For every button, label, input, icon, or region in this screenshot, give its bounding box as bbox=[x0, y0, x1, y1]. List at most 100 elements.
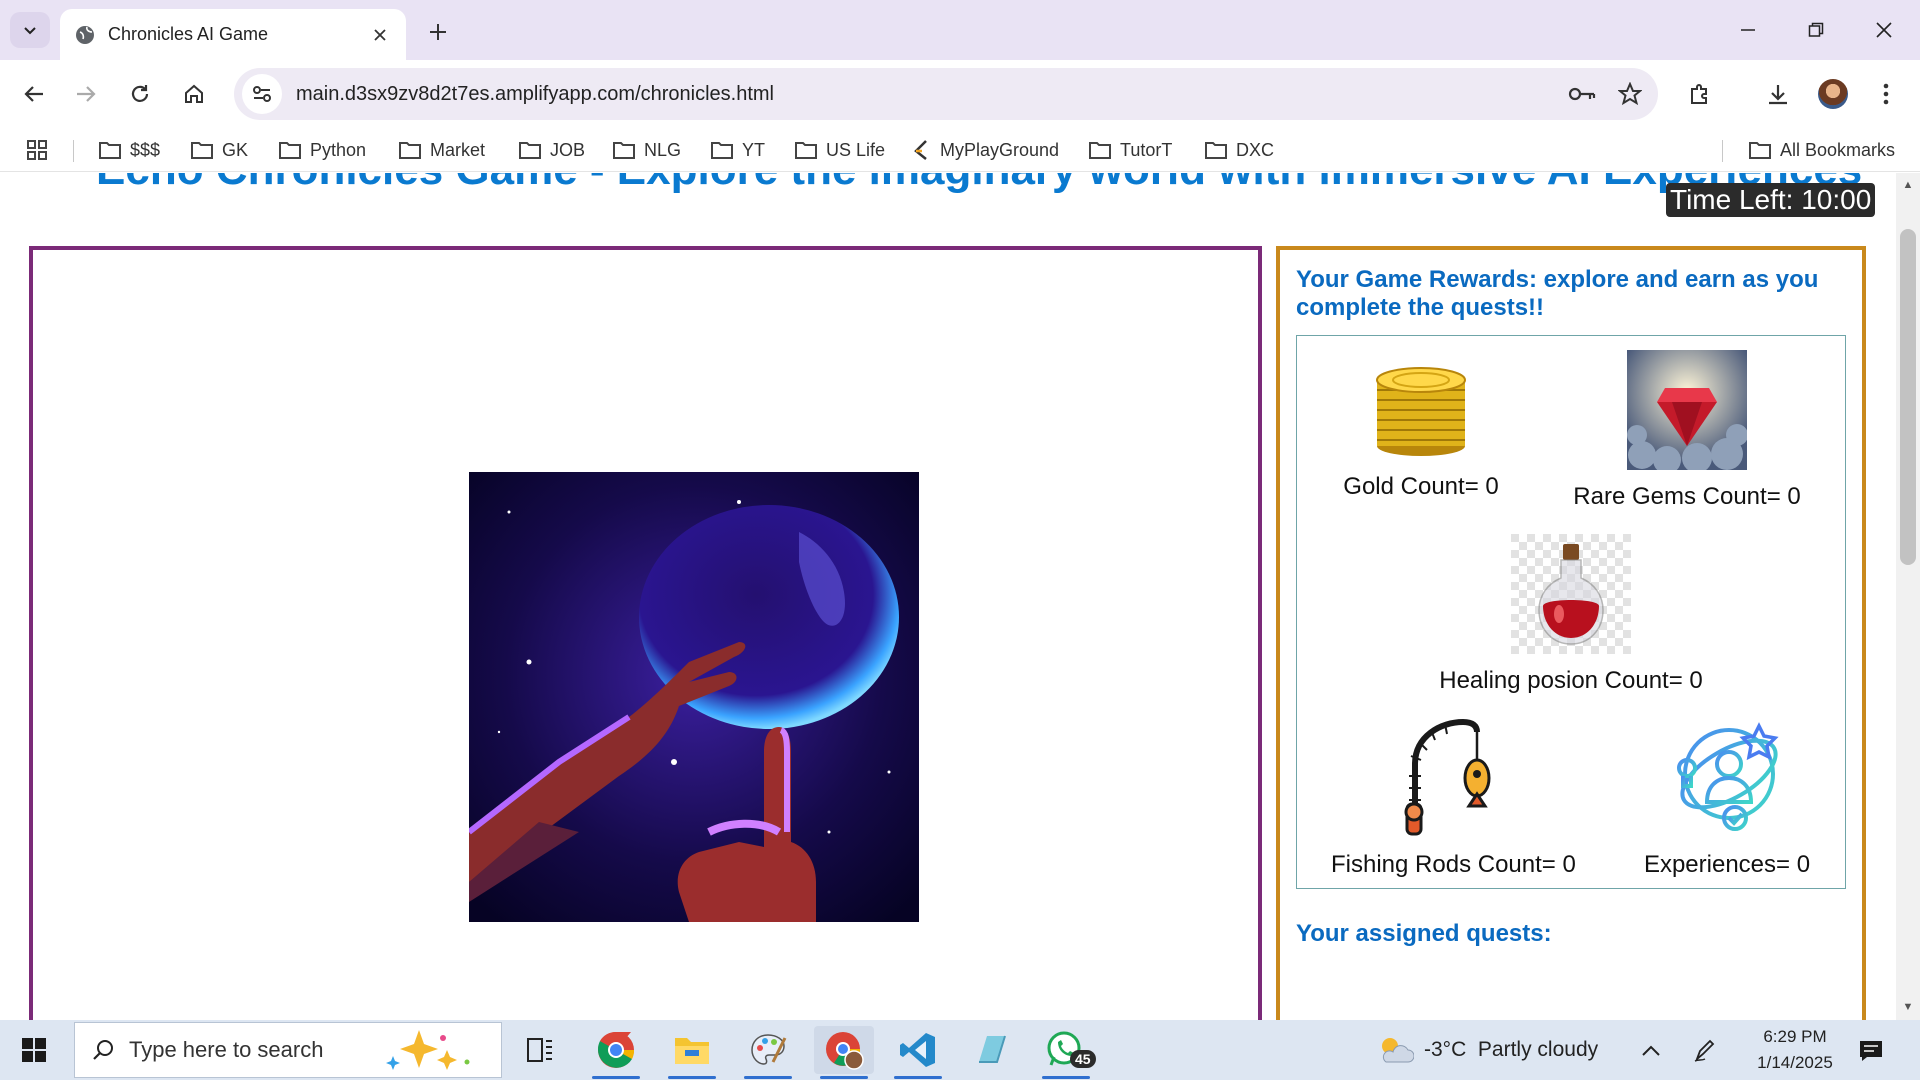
menu-button[interactable] bbox=[1866, 74, 1906, 114]
bookmark-folder[interactable]: Market bbox=[398, 136, 485, 164]
taskbar-clock[interactable]: 6:29 PM 1/14/2025 bbox=[1740, 1024, 1850, 1076]
plus-icon bbox=[430, 24, 446, 40]
url-text[interactable]: main.d3sx9zv8d2t7es.amplifyapp.com/chron… bbox=[296, 83, 1562, 106]
pen-menu-button[interactable] bbox=[1690, 1036, 1720, 1066]
close-window-button[interactable] bbox=[1850, 0, 1918, 60]
bookmark-star-icon[interactable] bbox=[1610, 74, 1650, 114]
game-stage bbox=[29, 246, 1262, 1020]
arrow-right-icon bbox=[77, 86, 96, 102]
folder-icon bbox=[399, 142, 421, 159]
bookmark-folder[interactable]: YT bbox=[710, 136, 765, 164]
reload-button[interactable] bbox=[120, 74, 160, 114]
downloads-button[interactable] bbox=[1758, 74, 1798, 114]
gold-coins-icon bbox=[1376, 367, 1466, 456]
browser-toolbar: main.d3sx9zv8d2t7es.amplifyapp.com/chron… bbox=[0, 60, 1920, 128]
ruby-gem-icon bbox=[1627, 350, 1748, 474]
bookmark-link[interactable]: MyPlayGround bbox=[912, 136, 1059, 164]
fishing-rod-icon bbox=[1404, 718, 1491, 836]
quests-title: Your assigned quests: bbox=[1296, 920, 1552, 947]
bookmark-folder[interactable]: NLG bbox=[612, 136, 681, 164]
scroll-thumb[interactable] bbox=[1900, 229, 1916, 565]
arrow-left-icon bbox=[24, 86, 43, 102]
chevron-down-icon bbox=[24, 27, 36, 35]
bookmark-label: $$$ bbox=[130, 139, 161, 160]
folder-icon bbox=[1089, 142, 1111, 159]
bookmark-folder[interactable]: Python bbox=[278, 136, 366, 164]
scroll-down-icon[interactable]: ▼ bbox=[1902, 1001, 1914, 1013]
bookmark-label: Python bbox=[310, 139, 367, 160]
taskbar-search[interactable]: Type here to search bbox=[74, 1022, 502, 1078]
page-scrollbar[interactable]: ▲ ▼ bbox=[1896, 173, 1920, 1020]
taskbar-app-notes[interactable] bbox=[962, 1026, 1022, 1074]
gold-count: Gold Count= 0 bbox=[1343, 473, 1499, 500]
taskbar-file-explorer[interactable] bbox=[662, 1026, 722, 1079]
tab-title: Chronicles AI Game bbox=[108, 24, 269, 44]
running-indicator bbox=[1042, 1076, 1090, 1079]
chevron-up-icon bbox=[1642, 1045, 1660, 1056]
bookmark-folder[interactable]: DXC bbox=[1204, 136, 1274, 164]
folder-icon bbox=[191, 142, 213, 159]
close-icon bbox=[1876, 22, 1892, 38]
bookmarks-divider bbox=[73, 140, 74, 162]
new-tab-button[interactable] bbox=[420, 14, 456, 50]
task-view-button[interactable] bbox=[510, 1026, 570, 1074]
forward-button[interactable] bbox=[66, 74, 106, 114]
bookmark-folder[interactable]: TutorT bbox=[1088, 136, 1172, 164]
partly-cloudy-icon bbox=[1382, 1038, 1414, 1063]
folder-icon bbox=[613, 142, 635, 159]
apps-grid-icon bbox=[27, 140, 47, 160]
show-hidden-icons-button[interactable] bbox=[1636, 1036, 1666, 1066]
all-bookmarks-button[interactable]: All Bookmarks bbox=[1748, 136, 1895, 164]
close-tab-icon[interactable] bbox=[368, 23, 392, 47]
scroll-up-icon[interactable]: ▲ bbox=[1902, 179, 1914, 191]
rewards-title: Your Game Rewards: explore and earn as y… bbox=[1296, 266, 1819, 321]
tab-active[interactable]: Chronicles AI Game bbox=[60, 9, 406, 60]
profile-avatar[interactable] bbox=[1818, 79, 1848, 109]
globe-icon bbox=[76, 25, 94, 44]
folder-icon bbox=[711, 142, 733, 159]
windows-start-icon[interactable] bbox=[14, 1032, 54, 1068]
reward-fishing-rods: Fishing Rods Count= 0 bbox=[1331, 716, 1576, 879]
experience-user-star-icon bbox=[1677, 722, 1779, 831]
password-key-icon[interactable] bbox=[1562, 74, 1602, 114]
apps-button[interactable] bbox=[26, 136, 56, 164]
minimize-button[interactable] bbox=[1714, 0, 1782, 60]
address-bar[interactable]: main.d3sx9zv8d2t7es.amplifyapp.com/chron… bbox=[234, 68, 1658, 120]
search-placeholder: Type here to search bbox=[129, 1037, 324, 1062]
bookmark-label: GK bbox=[222, 139, 249, 160]
taskbar-chrome-profile[interactable] bbox=[814, 1026, 874, 1079]
whatsapp-badge: 45 bbox=[1070, 1050, 1096, 1068]
bookmark-folder[interactable]: $$$ bbox=[98, 136, 160, 164]
puzzle-icon bbox=[1691, 84, 1707, 104]
bookmark-label: MyPlayGround bbox=[940, 139, 1060, 160]
pen-icon bbox=[1694, 1039, 1715, 1062]
restore-button[interactable] bbox=[1782, 0, 1850, 60]
bookmark-folder[interactable]: GK bbox=[190, 136, 248, 164]
tab-search-button[interactable] bbox=[10, 12, 50, 48]
tune-icon bbox=[253, 86, 271, 102]
healing-potion-icon bbox=[1511, 534, 1631, 654]
back-button[interactable] bbox=[14, 74, 54, 114]
extensions-button[interactable] bbox=[1680, 74, 1720, 114]
reward-gold: Gold Count= 0 bbox=[1331, 350, 1511, 501]
taskbar-paint[interactable] bbox=[738, 1026, 798, 1079]
myplayground-icon bbox=[914, 140, 927, 160]
reward-gems: Rare Gems Count= 0 bbox=[1567, 350, 1807, 511]
weather-widget[interactable]: -3°C Partly cloudy bbox=[1376, 1030, 1598, 1070]
home-button[interactable] bbox=[174, 74, 214, 114]
clock-time: 6:29 PM bbox=[1763, 1027, 1827, 1046]
site-info-button[interactable] bbox=[242, 74, 282, 114]
taskbar-vscode[interactable] bbox=[888, 1026, 948, 1079]
rewards-grid: Gold Count= 0 Rare Gems Count= 0 Healing… bbox=[1296, 335, 1846, 889]
taskbar-chrome[interactable] bbox=[586, 1026, 646, 1079]
folder-icon bbox=[519, 142, 541, 159]
notifications-button[interactable] bbox=[1856, 1036, 1886, 1066]
taskbar-whatsapp[interactable]: 45 bbox=[1036, 1026, 1096, 1079]
bookmark-label: US Life bbox=[826, 139, 886, 160]
home-icon bbox=[185, 84, 203, 103]
reward-potion: Healing posion Count= 0 bbox=[1431, 534, 1711, 695]
bookmark-folder[interactable]: US Life bbox=[794, 136, 885, 164]
bookmark-folder[interactable]: JOB bbox=[518, 136, 585, 164]
bookmark-label: NLG bbox=[644, 139, 682, 160]
folder-icon bbox=[795, 142, 817, 159]
